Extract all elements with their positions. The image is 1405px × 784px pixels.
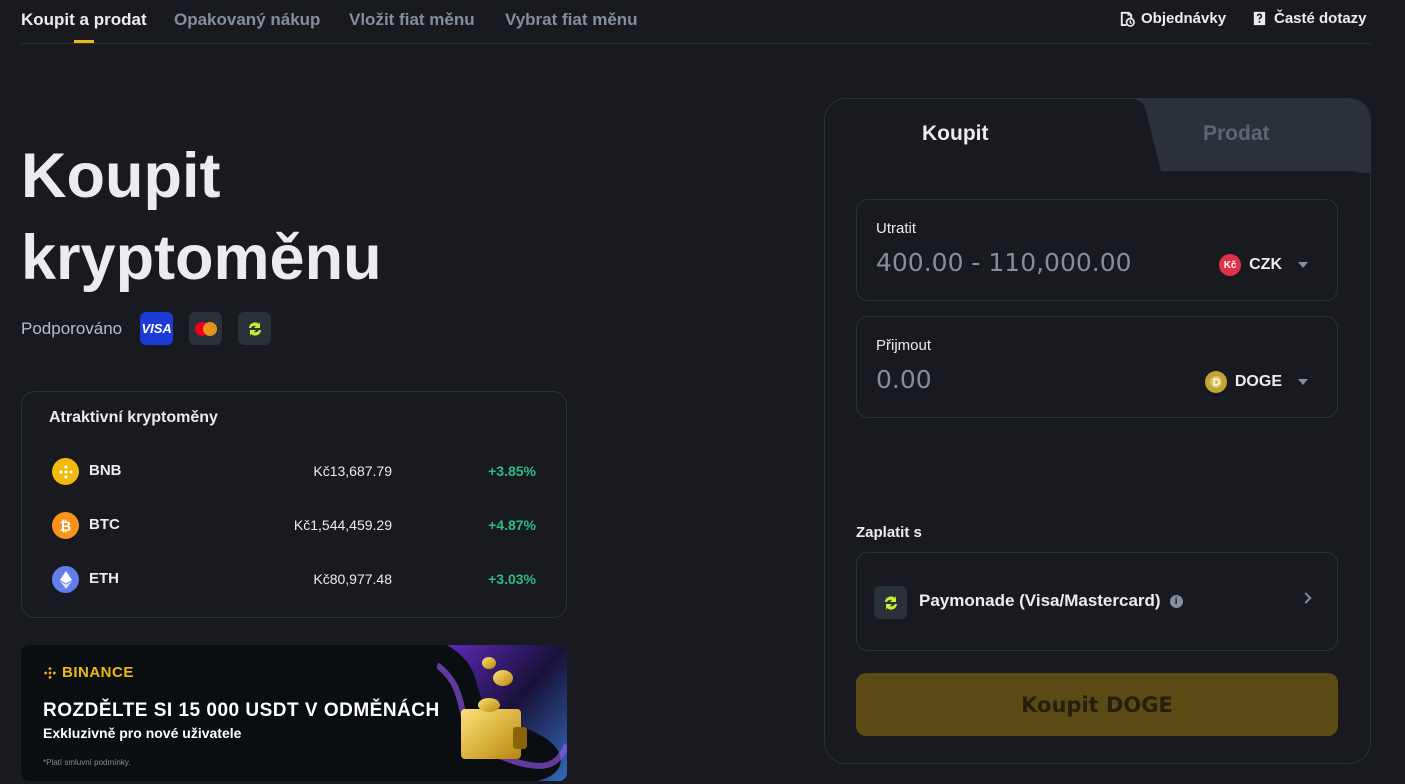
supported-label: Podporováno (21, 318, 123, 338)
receive-label: Přijmout (876, 337, 932, 354)
sell-tab[interactable]: Prodat (1203, 122, 1270, 146)
mastercard-icon (189, 312, 223, 345)
trade-panel: Koupit Prodat Utratit 400.00 - 110,000.0… (824, 98, 1371, 764)
crypto-price: Kč1,544,459.29 (293, 517, 392, 533)
buy-doge-button[interactable]: Koupit DOGE (856, 673, 1338, 736)
paymonade-icon (238, 312, 272, 345)
btc-coin-icon: ₿ (52, 512, 79, 539)
page-title: Koupit kryptoměnu (21, 135, 621, 299)
binance-logo-icon (43, 666, 57, 679)
banner-note: *Platí smluvní podmínky. (43, 758, 131, 767)
crypto-price: Kč80,977.48 (313, 571, 392, 587)
attractive-crypto-card: Atraktivní kryptoměny BNB Kč13,687.79 +3… (21, 391, 567, 618)
info-icon[interactable]: i (1169, 594, 1183, 608)
crypto-symbol: BNB (89, 462, 122, 479)
spend-currency-code: CZK (1249, 256, 1282, 273)
bnb-coin-icon (52, 458, 79, 485)
tab-withdraw-fiat[interactable]: Vybrat fiat měnu (505, 10, 638, 30)
banner-headline: ROZDĚLTE SI 15 000 USDT V ODMĚNÁCH (43, 700, 440, 721)
czk-icon: Kč (1219, 254, 1242, 276)
faq-icon (1253, 11, 1266, 26)
orders-icon (1120, 11, 1135, 27)
faq-label: Časté dotazy (1274, 10, 1367, 27)
page-title-line2: kryptoměnu (21, 223, 382, 293)
crypto-price: Kč13,687.79 (313, 463, 392, 479)
page-title-line1: Koupit (21, 141, 221, 211)
binance-brand-text: BINANCE (62, 664, 134, 681)
eth-coin-icon (52, 566, 79, 593)
tab-deposit-fiat[interactable]: Vložit fiat měnu (349, 10, 475, 30)
banner-wallet-illustration (437, 645, 567, 781)
crypto-row-btc[interactable]: ₿ BTC Kč1,544,459.29 +4.87% (52, 510, 536, 540)
tab-recurring-buy[interactable]: Opakovaný nákup (174, 10, 320, 30)
binance-logo: BINANCE (43, 664, 134, 681)
buy-tab[interactable]: Koupit (922, 122, 988, 146)
top-nav: Koupit a prodat Opakovaný nákup Vložit f… (21, 0, 1371, 44)
promo-banner[interactable]: BINANCE ROZDĚLTE SI 15 000 USDT V ODMĚNÁ… (21, 645, 567, 781)
paymonade-icon (874, 586, 907, 619)
spend-currency-select[interactable]: Kč CZK (1219, 254, 1308, 276)
payment-method-name: Paymonade (Visa/Mastercard) i (919, 591, 1183, 611)
orders-label: Objednávky (1141, 10, 1227, 27)
spend-label: Utratit (876, 220, 917, 237)
doge-icon (1204, 371, 1227, 393)
chevron-right-icon (1300, 592, 1312, 604)
chevron-down-icon (1298, 379, 1308, 385)
receive-currency-code: DOGE (1234, 373, 1282, 390)
crypto-symbol: ETH (89, 570, 119, 587)
pay-with-label: Zaplatit s (856, 524, 922, 541)
crypto-change: +3.85% (488, 463, 536, 479)
banner-subline: Exkluzivně pro nové uživatele (43, 725, 242, 741)
crypto-row-eth[interactable]: ETH Kč80,977.48 +3.03% (52, 564, 536, 594)
chevron-down-icon (1298, 262, 1308, 268)
tab-buy-sell[interactable]: Koupit a prodat (21, 10, 147, 30)
payment-method-label: Paymonade (Visa/Mastercard) (919, 591, 1161, 610)
crypto-row-bnb[interactable]: BNB Kč13,687.79 +3.85% (52, 456, 536, 486)
receive-field[interactable]: Přijmout 0.00 DOGE (856, 316, 1338, 418)
visa-icon: VISA (140, 312, 174, 345)
faq-link[interactable]: Časté dotazy (1251, 10, 1367, 27)
orders-link[interactable]: Objednávky (1118, 10, 1226, 27)
crypto-change: +3.03% (488, 571, 536, 587)
receive-currency-select[interactable]: DOGE (1204, 371, 1308, 393)
crypto-change: +4.87% (488, 517, 536, 533)
active-tab-indicator (74, 40, 94, 43)
crypto-symbol: BTC (89, 516, 120, 533)
spend-input[interactable]: 400.00 - 110,000.00 (876, 248, 1132, 277)
attractive-crypto-title: Atraktivní kryptoměny (49, 409, 218, 426)
spend-field[interactable]: Utratit 400.00 - 110,000.00 Kč CZK (856, 199, 1338, 301)
receive-input[interactable]: 0.00 (876, 365, 932, 394)
payment-method-select[interactable]: Paymonade (Visa/Mastercard) i (856, 552, 1338, 651)
supported-payments: Podporováno VISA (21, 312, 287, 345)
